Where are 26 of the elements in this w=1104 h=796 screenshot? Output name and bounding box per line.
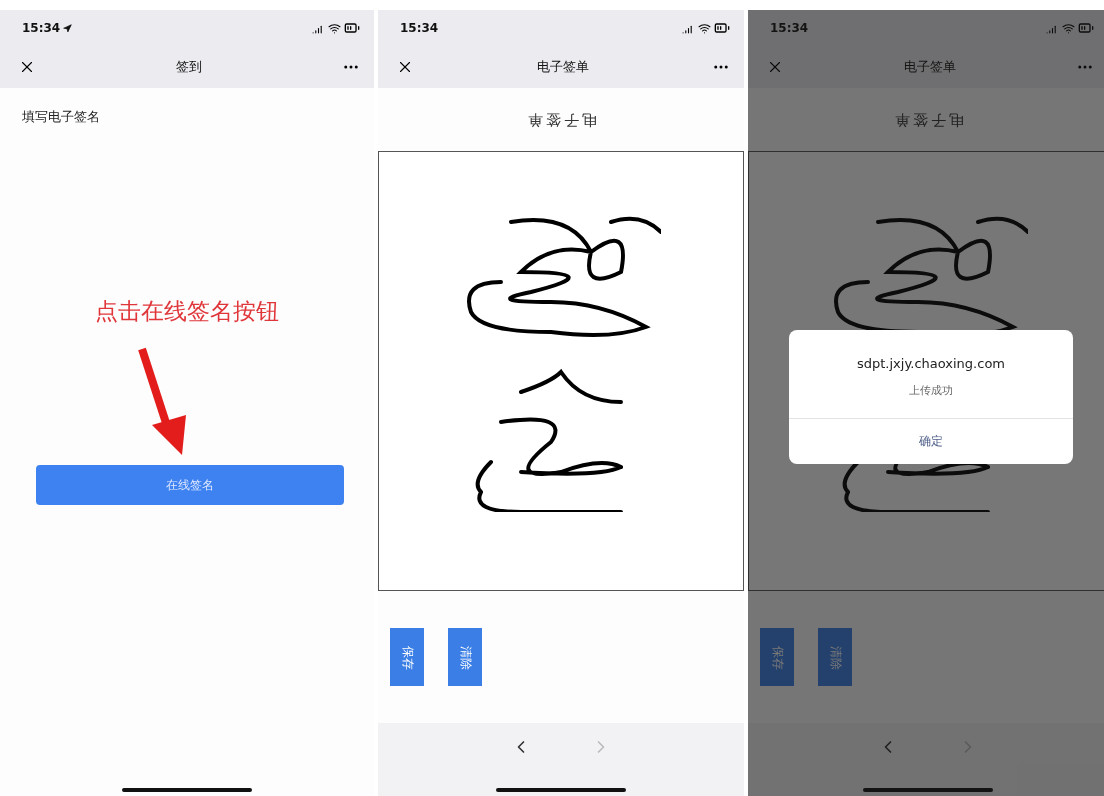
nav-title: 电子签单: [904, 58, 956, 76]
nav-title: 签到: [176, 58, 202, 76]
status-time: 15:34: [770, 21, 809, 35]
status-time: 15:34: [22, 21, 61, 35]
battery-icon: [714, 20, 730, 36]
confirm-button[interactable]: 确定: [789, 418, 1073, 464]
dialog-title: sdpt.jxjy.chaoxing.com: [857, 356, 1005, 371]
wifi-icon: [328, 21, 341, 35]
battery-icon: [1078, 20, 1094, 36]
wifi-icon: [698, 21, 711, 35]
location-icon: [63, 23, 73, 33]
action-button[interactable]: 清除: [448, 628, 482, 686]
dialog-message: 上传成功: [909, 383, 953, 398]
page-heading: 电子签单: [525, 110, 597, 131]
nav-title: 电子签单: [537, 58, 589, 76]
annotation-text: 点击在线签名按钮: [94, 297, 280, 326]
online-sign-button[interactable]: 在线签名: [36, 465, 344, 505]
status-time: 15:34: [400, 21, 439, 35]
action-button[interactable]: 清除: [818, 628, 852, 686]
wifi-icon: [1062, 21, 1075, 35]
field-label: 填写电子签名: [21, 108, 101, 126]
signature-pad[interactable]: [378, 151, 744, 591]
battery-icon: [344, 20, 360, 36]
action-button[interactable]: 保存: [760, 628, 794, 686]
page-heading: 电子签单: [892, 110, 964, 131]
action-button[interactable]: 保存: [390, 628, 424, 686]
